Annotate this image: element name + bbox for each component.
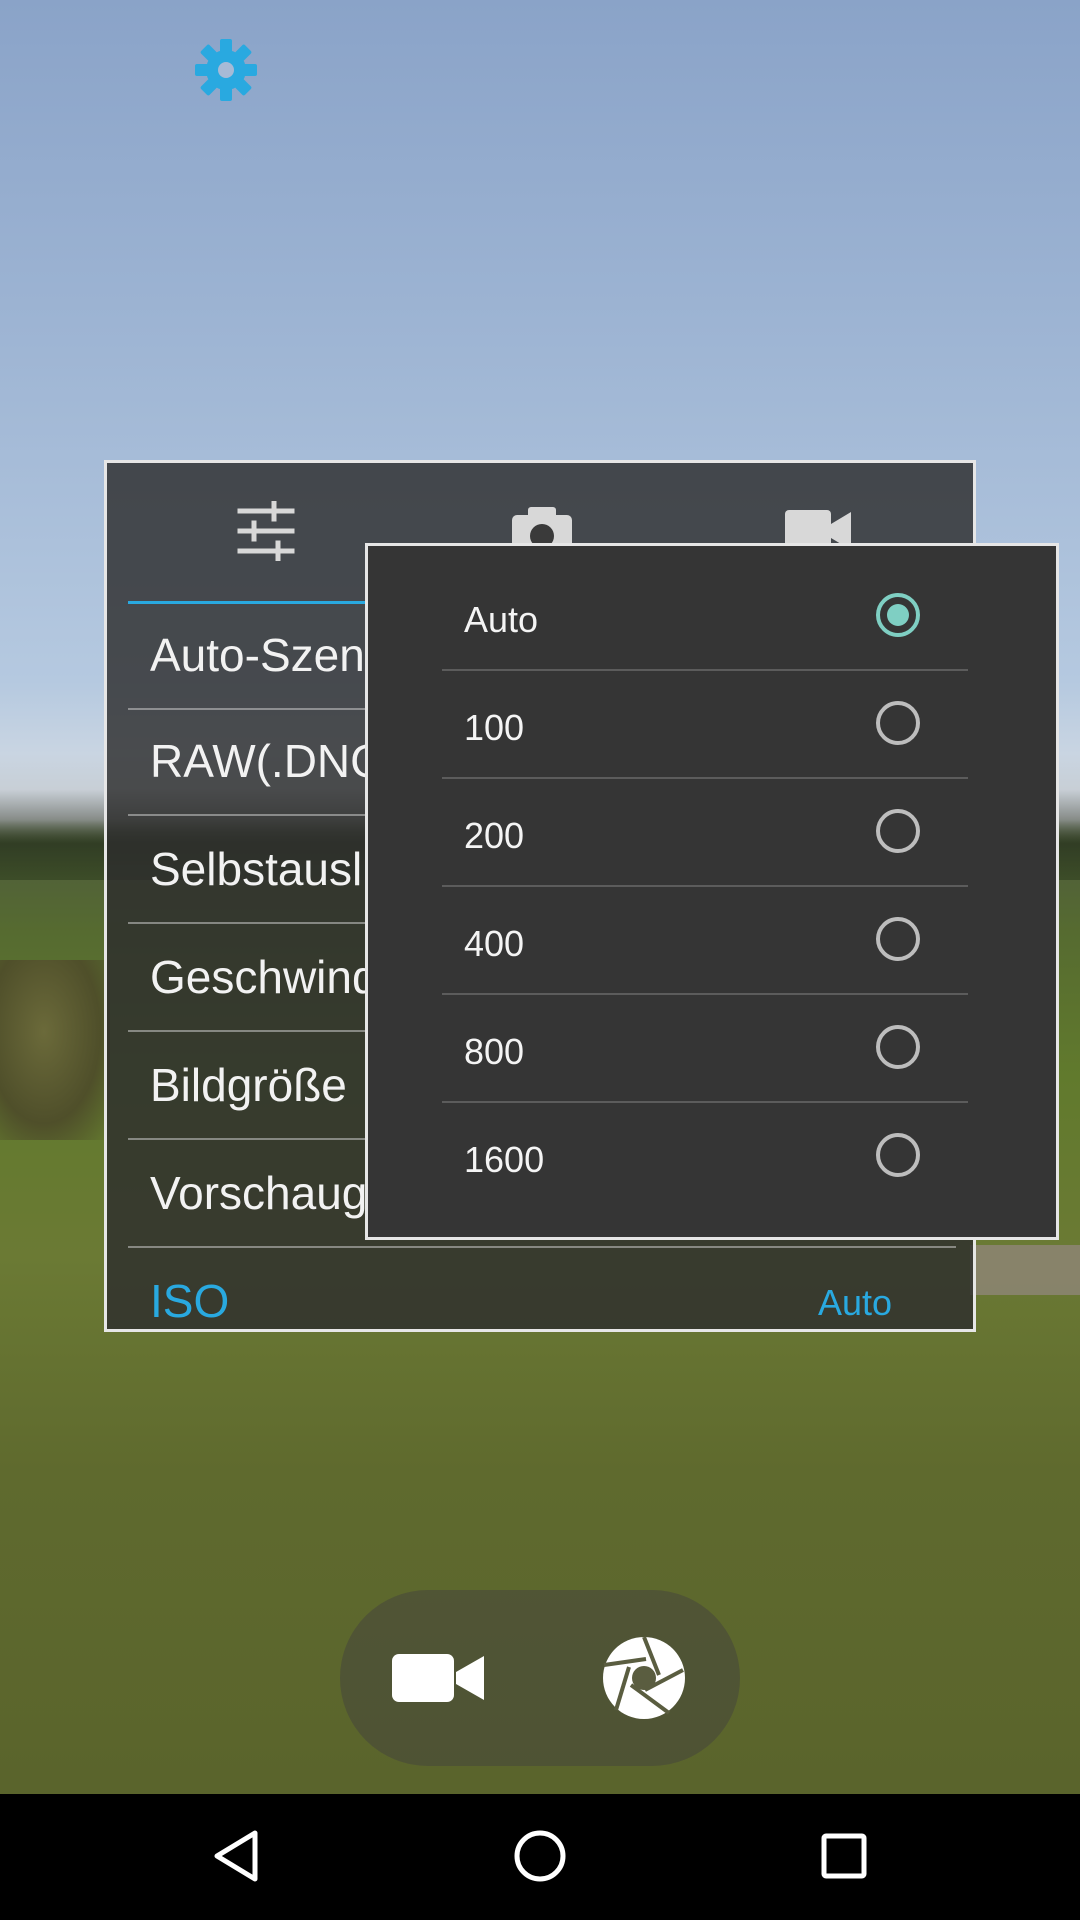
- gear-icon[interactable]: [192, 36, 260, 104]
- shutter-icon: [601, 1635, 687, 1726]
- iso-label: ISO: [150, 1275, 230, 1327]
- setting-label: Geschwind: [150, 951, 378, 1003]
- recents-icon: [820, 1832, 868, 1885]
- iso-dropdown: Auto 100 200 400 800 1600: [365, 543, 1059, 1240]
- option-label: Auto: [464, 599, 539, 640]
- radio-unchecked[interactable]: [876, 917, 920, 961]
- setting-row-iso[interactable]: ISO Auto: [128, 1250, 956, 1356]
- radio-unchecked[interactable]: [876, 809, 920, 853]
- viewfinder-hedge: [0, 960, 110, 1140]
- viewfinder-wall: [970, 1245, 1080, 1295]
- navigation-bar: [0, 1794, 1080, 1920]
- option-label: 400: [464, 923, 525, 964]
- radio-unchecked[interactable]: [876, 1133, 920, 1177]
- option-label: 200: [464, 815, 525, 856]
- back-icon: [211, 1829, 261, 1888]
- option-label: 1600: [464, 1139, 545, 1180]
- iso-option-800[interactable]: 800: [442, 995, 968, 1103]
- radio-unchecked[interactable]: [876, 701, 920, 745]
- setting-label: Auto-Szene: [150, 629, 391, 681]
- option-label: 800: [464, 1031, 525, 1072]
- iso-value: Auto: [817, 1282, 892, 1323]
- sliders-icon: [236, 500, 296, 566]
- radio-unchecked[interactable]: [876, 1025, 920, 1069]
- setting-label: Selbstausl: [150, 843, 363, 895]
- video-camera-icon: [392, 1650, 484, 1711]
- shutter-button[interactable]: [594, 1630, 694, 1730]
- iso-option-200[interactable]: 200: [442, 779, 968, 887]
- radio-checked[interactable]: [876, 593, 920, 637]
- video-record-button[interactable]: [388, 1630, 488, 1730]
- iso-option-400[interactable]: 400: [442, 887, 968, 995]
- tab-general[interactable]: [128, 463, 404, 603]
- capture-controls: [340, 1590, 740, 1766]
- camera-app-screen: Auto-Szene RAW(.DNG Selbstausl Geschwind…: [0, 0, 1080, 1920]
- setting-label: Bildgröße: [150, 1059, 347, 1111]
- home-button[interactable]: [500, 1818, 580, 1898]
- setting-label: RAW(.DNG: [150, 735, 386, 787]
- iso-option-auto[interactable]: Auto: [442, 563, 968, 671]
- back-button[interactable]: [196, 1818, 276, 1898]
- option-label: 100: [464, 707, 525, 748]
- recents-button[interactable]: [804, 1818, 884, 1898]
- iso-option-1600[interactable]: 1600: [442, 1103, 968, 1211]
- iso-option-100[interactable]: 100: [442, 671, 968, 779]
- home-icon: [513, 1829, 567, 1888]
- setting-label: Vorschaug: [150, 1167, 368, 1219]
